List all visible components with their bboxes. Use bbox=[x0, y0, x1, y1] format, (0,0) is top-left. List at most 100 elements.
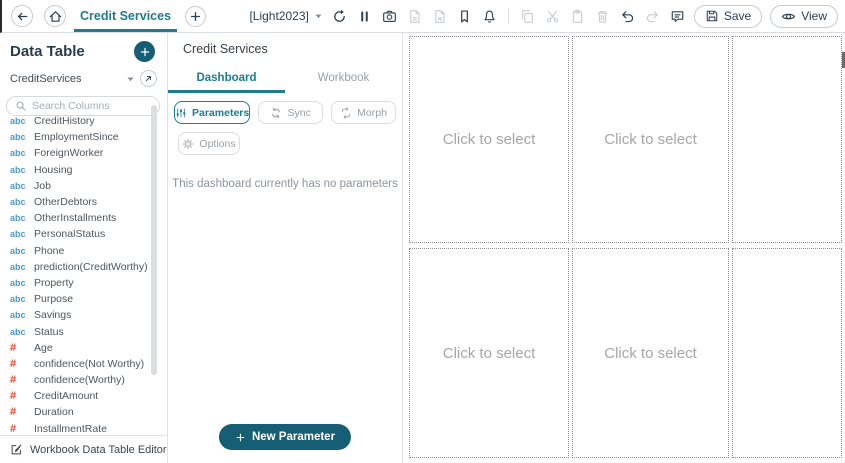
data-table-sidebar: Data Table CreditServices abc CreditHisto… bbox=[0, 33, 168, 463]
refresh-icon[interactable] bbox=[331, 8, 348, 25]
column-item[interactable]: # InstallmentRate bbox=[10, 421, 167, 434]
morph-icon bbox=[341, 106, 351, 119]
sidebar-scrollbar-thumb[interactable] bbox=[151, 105, 157, 375]
trash-icon bbox=[594, 8, 611, 25]
column-name: Housing bbox=[34, 163, 73, 176]
external-link-icon bbox=[145, 76, 151, 82]
column-name: confidence(Not Worthy) bbox=[34, 357, 145, 370]
column-item[interactable]: # CreditAmount bbox=[10, 388, 167, 404]
column-name: OtherDebtors bbox=[34, 196, 98, 209]
dashboard-settings-panel: Credit Services Dashboard Workbook Param… bbox=[168, 33, 403, 463]
options-button[interactable]: Options bbox=[178, 132, 240, 155]
theme-selector[interactable]: [Light2023] bbox=[249, 9, 322, 23]
view-button-label: View bbox=[801, 9, 827, 23]
open-data-table-button[interactable] bbox=[140, 70, 157, 87]
text-column-icon: abc bbox=[10, 197, 26, 208]
undo-icon[interactable] bbox=[619, 8, 636, 25]
pause-icon[interactable] bbox=[356, 8, 373, 25]
tab-dashboard[interactable]: Dashboard bbox=[168, 65, 285, 93]
add-workbook-tab-button[interactable] bbox=[185, 5, 207, 27]
file-excel-icon bbox=[431, 8, 448, 25]
column-item[interactable]: abc Phone bbox=[10, 243, 167, 259]
column-name: Phone bbox=[34, 244, 65, 257]
numeric-column-icon: # bbox=[10, 422, 17, 434]
column-item[interactable]: abc PersonalStatus bbox=[10, 226, 167, 242]
column-item[interactable]: # confidence(Not Worthy) bbox=[10, 356, 167, 372]
new-parameter-button[interactable]: New Parameter bbox=[218, 424, 352, 450]
column-item[interactable]: abc Purpose bbox=[10, 291, 167, 307]
plus-icon bbox=[140, 47, 149, 56]
column-name: Age bbox=[34, 341, 53, 354]
column-item[interactable]: abc CreditHistory bbox=[10, 113, 167, 129]
column-name: InstallmentRate bbox=[34, 422, 107, 434]
bell-icon[interactable] bbox=[481, 8, 498, 25]
save-icon bbox=[706, 10, 718, 22]
column-item[interactable]: abc Job bbox=[10, 178, 167, 194]
workbook-data-table-editor-button[interactable]: Workbook Data Table Editor bbox=[0, 435, 167, 463]
dashboard-cell[interactable] bbox=[732, 248, 842, 458]
workbook-tab-label: Credit Services bbox=[80, 9, 172, 23]
sidebar-title: Data Table bbox=[10, 43, 85, 60]
numeric-column-icon: # bbox=[10, 374, 17, 387]
cell-placeholder-label: Click to select bbox=[442, 344, 536, 362]
sync-icon bbox=[272, 107, 281, 118]
column-item[interactable]: abc ForeignWorker bbox=[10, 145, 167, 161]
parameters-button[interactable]: Parameters bbox=[174, 101, 251, 124]
dashboard-cell[interactable] bbox=[732, 36, 842, 243]
camera-icon[interactable] bbox=[381, 8, 398, 25]
column-name: CreditAmount bbox=[34, 390, 99, 403]
dashboard-cell[interactable]: Click to select bbox=[572, 36, 729, 243]
cell-placeholder-label: Click to select bbox=[604, 344, 697, 362]
column-item[interactable]: abc prediction(CreditWorthy) bbox=[10, 259, 167, 275]
text-column-icon: abc bbox=[10, 116, 26, 127]
chevron-down-icon[interactable] bbox=[126, 75, 135, 83]
numeric-column-icon: # bbox=[10, 390, 17, 403]
column-name: Job bbox=[34, 179, 51, 192]
no-parameters-message: This dashboard currently has no paramete… bbox=[172, 178, 398, 190]
search-icon bbox=[16, 101, 26, 111]
tab-workbook[interactable]: Workbook bbox=[285, 65, 402, 93]
home-button[interactable] bbox=[44, 5, 66, 27]
morph-button[interactable]: Morph bbox=[331, 101, 396, 124]
column-item[interactable]: # Age bbox=[10, 340, 167, 356]
column-item[interactable]: # Duration bbox=[10, 404, 167, 420]
text-column-icon: abc bbox=[10, 310, 26, 321]
column-name: Property bbox=[34, 276, 74, 289]
cut-icon bbox=[544, 8, 561, 25]
view-button[interactable]: View bbox=[770, 4, 838, 28]
text-column-icon: abc bbox=[10, 245, 26, 256]
column-name: confidence(Worthy) bbox=[34, 374, 125, 387]
bookmark-icon[interactable] bbox=[456, 8, 473, 25]
save-button[interactable]: Save bbox=[693, 4, 763, 28]
sync-button[interactable]: Sync bbox=[258, 101, 324, 124]
file-pdf-icon bbox=[406, 8, 423, 25]
column-item[interactable]: # confidence(Worthy) bbox=[10, 372, 167, 388]
workbook-tab-credit-services[interactable]: Credit Services bbox=[73, 0, 178, 32]
column-item[interactable]: abc Property bbox=[10, 275, 167, 291]
plus-icon bbox=[236, 433, 245, 441]
column-item[interactable]: abc Status bbox=[10, 323, 167, 339]
dashboard-cell[interactable]: Click to select bbox=[572, 248, 729, 458]
edit-icon bbox=[11, 444, 22, 455]
morph-button-label: Morph bbox=[357, 106, 387, 119]
back-button[interactable] bbox=[11, 5, 33, 27]
column-item[interactable]: abc EmploymentSince bbox=[10, 129, 167, 145]
column-item[interactable]: abc OtherInstallments bbox=[10, 210, 167, 226]
numeric-column-icon: # bbox=[10, 341, 17, 354]
eye-icon bbox=[782, 13, 796, 19]
dashboard-cell[interactable]: Click to select bbox=[409, 36, 569, 243]
chevron-down-icon bbox=[315, 14, 322, 19]
dashboard-cell[interactable]: Click to select bbox=[409, 248, 569, 458]
add-data-table-button[interactable] bbox=[134, 41, 155, 62]
data-table-selector[interactable]: CreditServices bbox=[10, 73, 121, 85]
copy-icon bbox=[519, 8, 536, 25]
sync-button-label: Sync bbox=[287, 106, 311, 119]
comment-icon[interactable] bbox=[669, 8, 686, 25]
column-item[interactable]: abc OtherDebtors bbox=[10, 194, 167, 210]
cell-placeholder-label: Click to select bbox=[604, 131, 697, 148]
column-item[interactable]: abc Housing bbox=[10, 162, 167, 178]
column-item[interactable]: abc Savings bbox=[10, 307, 167, 323]
text-column-icon: abc bbox=[10, 148, 26, 159]
sliders-icon bbox=[176, 107, 186, 118]
search-columns-input[interactable] bbox=[32, 100, 151, 112]
